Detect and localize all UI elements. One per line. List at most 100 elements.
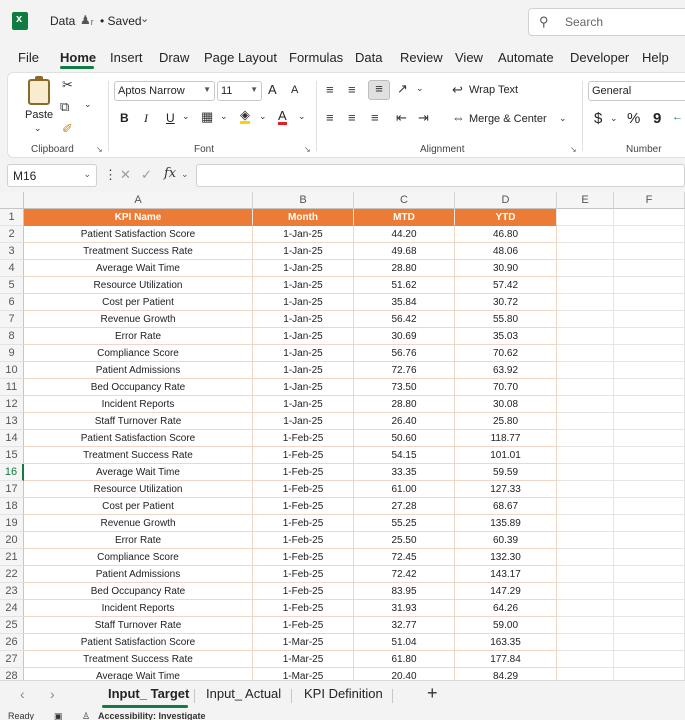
empty-cell[interactable] <box>557 549 614 566</box>
empty-cell[interactable] <box>614 668 685 680</box>
data-cell[interactable]: 59.00 <box>455 617 557 634</box>
sheet-tab-input-actual[interactable]: Input_ Actual <box>206 686 281 701</box>
data-cell[interactable]: 1-Feb-25 <box>253 430 354 447</box>
row-header[interactable]: 18 <box>0 498 24 515</box>
empty-cell[interactable] <box>557 260 614 277</box>
next-sheet-icon[interactable]: › <box>50 686 55 702</box>
empty-cell[interactable] <box>614 430 685 447</box>
data-cell[interactable]: 1-Jan-25 <box>253 243 354 260</box>
empty-cell[interactable] <box>614 481 685 498</box>
font-name-select[interactable]: Aptos Narrow ▼ <box>114 81 215 101</box>
data-cell[interactable]: 57.42 <box>455 277 557 294</box>
row-header[interactable]: 1 <box>0 209 24 226</box>
tab-view[interactable]: View <box>455 50 483 65</box>
empty-cell[interactable] <box>614 498 685 515</box>
data-cell[interactable]: 68.67 <box>455 498 557 515</box>
tab-draw[interactable]: Draw <box>159 50 189 65</box>
data-cell[interactable]: 63.92 <box>455 362 557 379</box>
data-cell[interactable]: 61.00 <box>354 481 455 498</box>
data-cell[interactable]: 64.26 <box>455 600 557 617</box>
data-cell[interactable]: 70.70 <box>455 379 557 396</box>
data-cell[interactable]: 56.76 <box>354 345 455 362</box>
data-cell[interactable]: Compliance Score <box>24 345 253 362</box>
row-header[interactable]: 24 <box>0 600 24 617</box>
data-cell[interactable]: 1-Feb-25 <box>253 447 354 464</box>
worksheet-grid[interactable]: A B C D E F 1 KPI Name Month MTD YTD 2 Patient Satis… <box>0 192 685 680</box>
empty-cell[interactable] <box>614 566 685 583</box>
data-cell[interactable]: Incident Reports <box>24 396 253 413</box>
data-cell[interactable]: 83.95 <box>354 583 455 600</box>
tab-data[interactable]: Data <box>355 50 382 65</box>
empty-cell[interactable] <box>557 498 614 515</box>
row-header[interactable]: 6 <box>0 294 24 311</box>
row-header[interactable]: 15 <box>0 447 24 464</box>
data-cell[interactable]: 49.68 <box>354 243 455 260</box>
data-cell[interactable]: 84.29 <box>455 668 557 680</box>
align-right-icon[interactable]: ≡ <box>371 110 379 125</box>
data-cell[interactable]: 1-Jan-25 <box>253 379 354 396</box>
empty-cell[interactable] <box>557 464 614 481</box>
empty-cell[interactable] <box>557 311 614 328</box>
italic-button[interactable]: I <box>144 111 148 126</box>
data-cell[interactable]: 54.15 <box>354 447 455 464</box>
data-cell[interactable]: 1-Feb-25 <box>253 566 354 583</box>
row-header[interactable]: 10 <box>0 362 24 379</box>
empty-cell[interactable] <box>614 583 685 600</box>
comma-style-button[interactable]: 9 <box>653 110 661 127</box>
data-cell[interactable]: 44.20 <box>354 226 455 243</box>
data-cell[interactable]: 46.80 <box>455 226 557 243</box>
data-cell[interactable]: 1-Mar-25 <box>253 651 354 668</box>
chevron-down-icon[interactable]: ⌄ <box>84 99 92 110</box>
select-all-corner[interactable] <box>0 192 24 209</box>
name-box[interactable]: M16 ⌄ <box>7 164 97 187</box>
data-cell[interactable]: 1-Feb-25 <box>253 515 354 532</box>
accessibility-icon[interactable]: ♙ <box>82 711 90 720</box>
data-cell[interactable]: 28.80 <box>354 260 455 277</box>
borders-icon[interactable]: ▦ <box>201 109 213 125</box>
empty-cell[interactable] <box>614 447 685 464</box>
merge-center-button[interactable]: Merge & Center <box>469 113 547 125</box>
paste-button[interactable]: Paste <box>25 109 53 121</box>
dialog-launcher-icon[interactable]: ↘ <box>96 145 103 154</box>
empty-cell[interactable] <box>557 243 614 260</box>
increase-indent-icon[interactable]: ⇥ <box>418 110 429 126</box>
data-cell[interactable]: 59.59 <box>455 464 557 481</box>
column-title-cell[interactable]: YTD <box>455 209 557 226</box>
empty-cell[interactable] <box>614 328 685 345</box>
dialog-launcher-icon[interactable]: ↘ <box>570 145 577 154</box>
empty-cell[interactable] <box>614 464 685 481</box>
data-cell[interactable]: 135.89 <box>455 515 557 532</box>
fill-color-icon[interactable]: ◈ <box>240 108 250 124</box>
data-cell[interactable]: 1-Feb-25 <box>253 464 354 481</box>
column-title-cell[interactable]: KPI Name <box>24 209 253 226</box>
grow-font-button[interactable]: A <box>268 82 277 97</box>
data-cell[interactable]: 177.84 <box>455 651 557 668</box>
row-header[interactable]: 27 <box>0 651 24 668</box>
percent-button[interactable]: % <box>627 110 640 127</box>
data-cell[interactable]: 26.40 <box>354 413 455 430</box>
row-header[interactable]: 5 <box>0 277 24 294</box>
empty-cell[interactable] <box>614 549 685 566</box>
data-cell[interactable]: Bed Occupancy Rate <box>24 583 253 600</box>
chevron-down-icon[interactable]: ⌄ <box>220 111 228 122</box>
empty-cell[interactable] <box>614 617 685 634</box>
tab-file[interactable]: File <box>18 50 39 65</box>
empty-cell[interactable] <box>557 566 614 583</box>
font-size-select[interactable]: 11 ▼ <box>217 81 262 101</box>
tab-home[interactable]: Home <box>60 50 96 65</box>
empty-cell[interactable] <box>557 447 614 464</box>
data-cell[interactable]: 1-Jan-25 <box>253 413 354 430</box>
data-cell[interactable]: 25.50 <box>354 532 455 549</box>
empty-cell[interactable] <box>557 481 614 498</box>
data-cell[interactable]: Cost per Patient <box>24 498 253 515</box>
data-cell[interactable]: 28.80 <box>354 396 455 413</box>
data-cell[interactable]: 1-Jan-25 <box>253 277 354 294</box>
data-cell[interactable]: 118.77 <box>455 430 557 447</box>
row-header[interactable]: 19 <box>0 515 24 532</box>
data-cell[interactable]: Patient Satisfaction Score <box>24 430 253 447</box>
chevron-down-icon[interactable]: ⌄ <box>182 111 190 122</box>
data-cell[interactable]: 1-Jan-25 <box>253 294 354 311</box>
data-cell[interactable]: 132.30 <box>455 549 557 566</box>
data-cell[interactable]: 56.42 <box>354 311 455 328</box>
data-cell[interactable]: 48.06 <box>455 243 557 260</box>
